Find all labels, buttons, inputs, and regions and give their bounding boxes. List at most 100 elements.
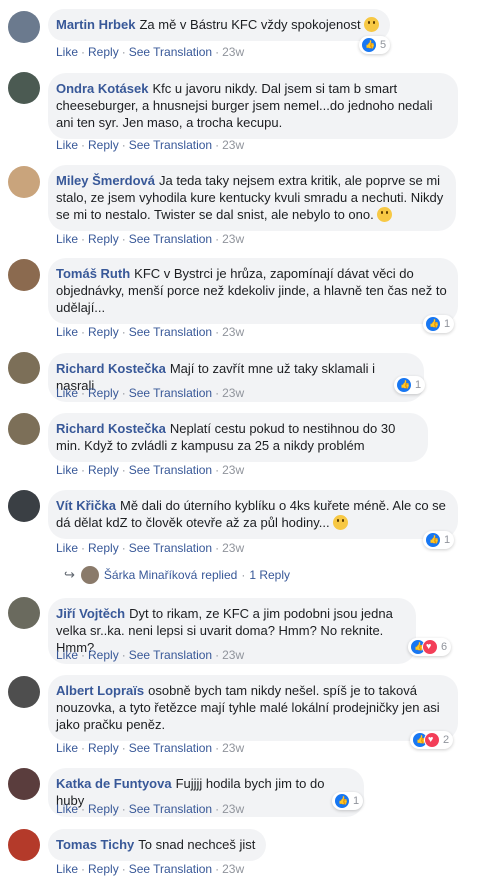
like-link[interactable]: Like xyxy=(56,541,78,555)
reply-link[interactable]: Reply xyxy=(88,648,119,662)
comment-author[interactable]: Richard Kostečka xyxy=(56,361,166,376)
see-translation-link[interactable]: See Translation xyxy=(129,541,212,555)
comment-actions: Like · Reply · See Translation · 23w xyxy=(56,862,245,876)
timestamp[interactable]: 23w xyxy=(222,862,244,876)
timestamp[interactable]: 23w xyxy=(222,541,244,555)
comment-actions: Like · Reply · See Translation · 23w xyxy=(56,741,245,755)
avatar[interactable] xyxy=(8,259,40,291)
see-translation-link[interactable]: See Translation xyxy=(129,232,212,246)
like-link[interactable]: Like xyxy=(56,802,78,816)
avatar[interactable] xyxy=(8,768,40,800)
reply-link[interactable]: Reply xyxy=(88,232,119,246)
avatar[interactable] xyxy=(8,352,40,384)
see-translation-link[interactable]: See Translation xyxy=(129,463,212,477)
like-link[interactable]: Like xyxy=(56,648,78,662)
comment-bubble: Vít Křička Mě dali do úterního kyblíku o … xyxy=(48,490,458,539)
timestamp[interactable]: 23w xyxy=(222,741,244,755)
like-link[interactable]: Like xyxy=(56,232,78,246)
comment-actions: Like · Reply · See Translation · 23w xyxy=(56,325,245,339)
see-translation-link[interactable]: See Translation xyxy=(129,741,212,755)
comment-author[interactable]: Tomas Tichy xyxy=(56,837,134,852)
avatar[interactable] xyxy=(8,597,40,629)
comment-bubble: Richard Kostečka Neplatí cestu pokud to n… xyxy=(48,413,428,462)
like-link[interactable]: Like xyxy=(56,862,78,876)
comment-author[interactable]: Albert Lopraïs xyxy=(56,683,144,698)
like-link[interactable]: Like xyxy=(56,741,78,755)
reply-link[interactable]: Reply xyxy=(88,45,119,59)
like-link[interactable]: Like xyxy=(56,138,78,152)
comment-actions: Like · Reply · See Translation · 23w xyxy=(56,802,245,816)
avatar[interactable] xyxy=(8,413,40,445)
comment-author[interactable]: Tomáš Ruth xyxy=(56,266,130,281)
reaction-summary[interactable]: 5 xyxy=(359,36,391,54)
see-translation-link[interactable]: See Translation xyxy=(129,386,212,400)
timestamp[interactable]: 23w xyxy=(222,648,244,662)
comment-author[interactable]: Martin Hrbek xyxy=(56,17,135,32)
comment-actions: Like · Reply · See Translation · 23w xyxy=(56,45,245,59)
comment-bubble: Miley Šmerdová Ja teda taky nejsem extra … xyxy=(48,165,456,231)
reaction-summary[interactable]: 1 xyxy=(423,531,455,549)
comment-actions: Like · Reply · See Translation · 23w xyxy=(56,232,245,246)
reaction-summary[interactable]: 1 xyxy=(394,376,426,394)
comment-actions: Like · Reply · See Translation · 23w xyxy=(56,463,245,477)
comment-text: Za mě v Bástru KFC vždy spokojenost xyxy=(139,17,361,32)
comment-author[interactable]: Miley Šmerdová xyxy=(56,173,155,188)
timestamp[interactable]: 23w xyxy=(222,138,244,152)
reaction-summary[interactable]: 1 xyxy=(423,315,455,333)
like-reaction-icon xyxy=(334,793,350,809)
reply-link[interactable]: Reply xyxy=(88,541,119,555)
see-translation-link[interactable]: See Translation xyxy=(129,802,212,816)
reply-count[interactable]: 1 Reply xyxy=(249,568,290,582)
avatar[interactable] xyxy=(8,166,40,198)
like-link[interactable]: Like xyxy=(56,463,78,477)
timestamp[interactable]: 23w xyxy=(222,232,244,246)
avatar[interactable] xyxy=(8,72,40,104)
reply-link[interactable]: Reply xyxy=(88,862,119,876)
comment-bubble: Martin Hrbek Za mě v Bástru KFC vždy spok… xyxy=(48,9,390,41)
avatar[interactable] xyxy=(8,490,40,522)
reply-link[interactable]: Reply xyxy=(88,802,119,816)
view-replies[interactable]: ↪ Šárka Minaříková replied · 1 Reply xyxy=(64,566,290,584)
timestamp[interactable]: 23w xyxy=(222,802,244,816)
like-reaction-icon xyxy=(361,37,377,53)
reply-arrow-icon: ↪ xyxy=(64,567,75,582)
see-translation-link[interactable]: See Translation xyxy=(129,325,212,339)
avatar[interactable] xyxy=(8,11,40,43)
reply-link[interactable]: Reply xyxy=(88,741,119,755)
like-reaction-icon xyxy=(425,532,441,548)
slightly-smiling-emoji-icon xyxy=(363,17,379,32)
reply-link[interactable]: Reply xyxy=(88,386,119,400)
like-link[interactable]: Like xyxy=(56,45,78,59)
comment-actions: Like · Reply · See Translation · 23w xyxy=(56,541,245,555)
see-translation-link[interactable]: See Translation xyxy=(129,138,212,152)
comment-author[interactable]: Richard Kostečka xyxy=(56,421,166,436)
comment-author[interactable]: Katka de Funtyova xyxy=(56,776,172,791)
reaction-summary[interactable]: 1 xyxy=(332,792,364,810)
reply-avatar xyxy=(80,566,99,584)
avatar[interactable] xyxy=(8,676,40,708)
like-link[interactable]: Like xyxy=(56,386,78,400)
reply-link[interactable]: Reply xyxy=(88,138,119,152)
reply-author[interactable]: Šárka Minaříková xyxy=(104,568,197,582)
see-translation-link[interactable]: See Translation xyxy=(129,862,212,876)
comment-author[interactable]: Jiří Vojtěch xyxy=(56,606,125,621)
comment-author[interactable]: Ondra Kotásek xyxy=(56,81,148,96)
timestamp[interactable]: 23w xyxy=(222,325,244,339)
love-reaction-icon xyxy=(424,732,440,748)
see-translation-link[interactable]: See Translation xyxy=(129,45,212,59)
like-reaction-icon xyxy=(425,316,441,332)
like-link[interactable]: Like xyxy=(56,325,78,339)
avatar[interactable] xyxy=(8,829,40,861)
timestamp[interactable]: 23w xyxy=(222,463,244,477)
comment-bubble: Ondra Kotásek Kfc u javoru nikdy. Dal jse… xyxy=(48,73,458,139)
reaction-summary[interactable]: 2 xyxy=(410,731,454,749)
reply-link[interactable]: Reply xyxy=(88,463,119,477)
comment-text: To snad nechceš jist xyxy=(138,837,256,852)
reply-link[interactable]: Reply xyxy=(88,325,119,339)
see-translation-link[interactable]: See Translation xyxy=(129,648,212,662)
timestamp[interactable]: 23w xyxy=(222,386,244,400)
comment-author[interactable]: Vít Křička xyxy=(56,498,116,513)
love-reaction-icon xyxy=(422,639,438,655)
timestamp[interactable]: 23w xyxy=(222,45,244,59)
reaction-summary[interactable]: 6 xyxy=(408,638,452,656)
